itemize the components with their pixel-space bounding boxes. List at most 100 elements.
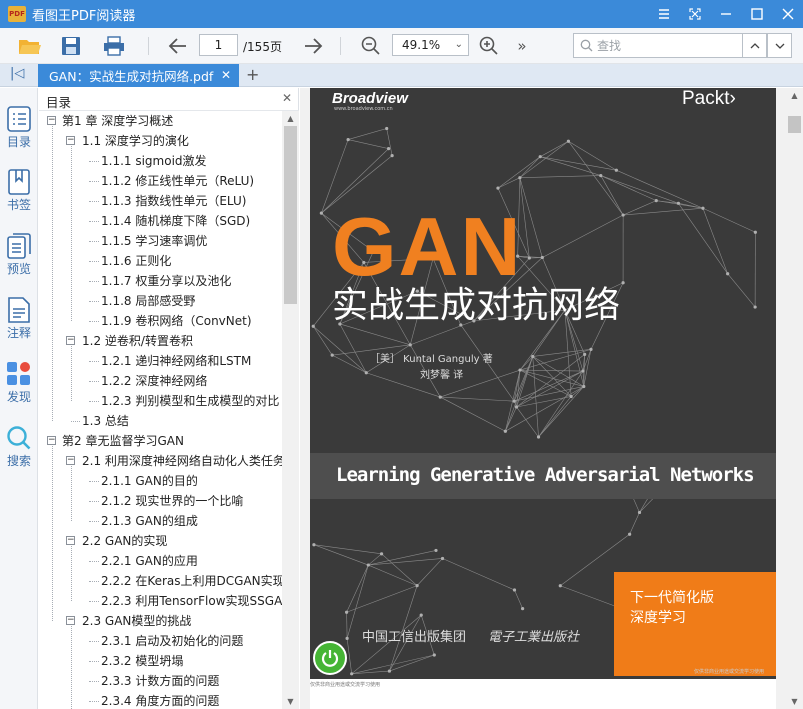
collapse-toggle-icon[interactable]: −: [47, 116, 56, 125]
collapse-toggle-icon[interactable]: −: [66, 136, 75, 145]
print-icon[interactable]: [101, 34, 127, 58]
network-node: [432, 653, 436, 657]
outline-item[interactable]: 2.1.3 GAN的组成: [101, 511, 198, 531]
network-node: [538, 155, 542, 159]
close-icon[interactable]: [772, 0, 803, 28]
rail-item-search[interactable]: 搜索: [0, 425, 38, 469]
collapse-toggle-icon[interactable]: −: [47, 436, 56, 445]
network-edge: [514, 386, 584, 402]
outline-item[interactable]: 2.2.2 在Keras上利用DCGAN实现图像生成: [101, 571, 282, 591]
fullscreen-icon[interactable]: [679, 0, 710, 28]
scrollbar-thumb[interactable]: [788, 116, 801, 133]
rail-item-outline[interactable]: 目录: [0, 106, 38, 150]
maximize-icon[interactable]: [741, 0, 772, 28]
outline-item[interactable]: 1.1.8 局部感受野: [101, 291, 195, 311]
outline-scrollbar[interactable]: ▲ ▼: [282, 111, 299, 709]
outline-item[interactable]: 1.1.9 卷积网络（ConvNet): [101, 311, 252, 331]
scroll-down-icon[interactable]: ▼: [786, 694, 803, 709]
outline-item[interactable]: 1.1.1 sigmoid激发: [101, 151, 207, 171]
outline-item[interactable]: 第1 章 深度学习概述: [62, 111, 173, 131]
outline-item[interactable]: 1.3 总结: [82, 411, 129, 431]
network-node: [379, 552, 384, 556]
search-prev-button[interactable]: [742, 33, 767, 58]
network-node: [385, 126, 389, 131]
translator-line: 刘梦馨 译: [420, 370, 464, 381]
power-icon[interactable]: [313, 641, 347, 675]
outline-header: 目录 ✕: [39, 88, 299, 111]
outline-item[interactable]: 2.3.3 计数方面的问题: [101, 671, 219, 691]
book-cover: Broadview www.broadview.com.cn Packt› GA…: [310, 88, 776, 679]
outline-title: 目录: [46, 95, 72, 110]
collapse-toggle-icon[interactable]: −: [66, 456, 75, 465]
new-tab-icon[interactable]: +: [246, 65, 259, 84]
close-panel-icon[interactable]: ✕: [282, 91, 292, 105]
rail-item-annotation[interactable]: 注释: [0, 297, 38, 341]
collapse-toggle-icon[interactable]: −: [66, 616, 75, 625]
collapse-toggle-icon[interactable]: −: [66, 536, 75, 545]
title-bar: PDF 看图王PDF阅读器: [0, 0, 803, 28]
tree-connector: [52, 126, 53, 421]
search-next-button[interactable]: [767, 33, 792, 58]
network-node: [614, 168, 618, 172]
outline-item[interactable]: 2.3.2 模型坍塌: [101, 651, 183, 671]
search-input[interactable]: 查找: [573, 33, 743, 58]
outline-item[interactable]: 第2 章无监督学习GAN: [62, 431, 184, 451]
save-icon[interactable]: [58, 34, 84, 58]
outline-item[interactable]: 1.1 深度学习的演化: [82, 131, 189, 151]
scroll-down-icon[interactable]: ▼: [282, 694, 299, 709]
previous-page-icon[interactable]: [165, 34, 191, 58]
outline-item[interactable]: 1.1.7 权重分享以及池化: [101, 271, 231, 291]
open-folder-icon[interactable]: [17, 34, 43, 58]
more-tools-icon[interactable]: »: [509, 34, 535, 58]
outline-item[interactable]: 2.3 GAN模型的挑战: [82, 611, 191, 631]
outline-item[interactable]: 2.1 利用深度神经网络自动化人类任务: [82, 451, 282, 471]
outline-item[interactable]: 2.2 GAN的实现: [82, 531, 167, 551]
tab-document[interactable]: GAN：实战生成对抗网络.pdf ✕: [38, 64, 239, 87]
rail-item-bookmark[interactable]: 书签: [0, 169, 38, 213]
tree-connector: [71, 626, 72, 709]
document-viewer[interactable]: Broadview www.broadview.com.cn Packt› GA…: [300, 88, 803, 709]
pdf-page[interactable]: Broadview www.broadview.com.cn Packt› GA…: [310, 88, 776, 709]
viewer-scrollbar[interactable]: ▲ ▼: [786, 88, 803, 709]
outline-item[interactable]: 2.1.2 现实世界的一个比喻: [101, 491, 243, 511]
outline-item[interactable]: 1.1.3 指数线性单元（ELU): [101, 191, 246, 211]
cover-title-cn: 实战生成对抗网络: [332, 285, 621, 326]
minimize-icon[interactable]: [710, 0, 741, 28]
outline-item[interactable]: 2.1.1 GAN的目的: [101, 471, 198, 491]
collapse-toggle-icon[interactable]: −: [66, 336, 75, 345]
scrollbar-thumb[interactable]: [284, 126, 297, 304]
scroll-up-icon[interactable]: ▲: [282, 111, 299, 126]
outline-item[interactable]: 1.2.1 递归神经网络和LSTM: [101, 351, 251, 371]
collapse-sidebar-icon[interactable]: |◁: [10, 66, 24, 81]
outline-item[interactable]: 1.1.2 修正线性单元（ReLU): [101, 171, 254, 191]
outline-item[interactable]: 1.2.3 判别模型和生成模型的对比: [101, 391, 279, 411]
outline-item[interactable]: 2.2.3 利用TensorFlow实现SSGAN: [101, 591, 282, 611]
outline-item[interactable]: 1.2.2 深度神经网络: [101, 371, 207, 391]
menu-icon[interactable]: [648, 0, 679, 28]
tree-connector: [89, 601, 99, 602]
annotation-icon: [8, 297, 30, 323]
scroll-up-icon[interactable]: ▲: [786, 88, 803, 103]
outline-item[interactable]: 1.1.5 学习速率调优: [101, 231, 207, 251]
chevron-down-icon: ⌄: [454, 39, 463, 50]
rail-item-thumbnails[interactable]: 预览: [0, 233, 38, 277]
zoom-out-icon[interactable]: [358, 34, 384, 58]
outline-item[interactable]: 1.2 逆卷积/转置卷积: [82, 331, 193, 351]
outline-item[interactable]: 1.1.6 正则化: [101, 251, 171, 271]
outline-item[interactable]: 2.3.1 启动及初始化的问题: [101, 631, 243, 651]
network-node: [521, 607, 525, 611]
zoom-in-icon[interactable]: [476, 34, 502, 58]
rail-item-discover[interactable]: 发现: [0, 361, 38, 405]
outline-item[interactable]: 2.2.1 GAN的应用: [101, 551, 198, 571]
network-edge: [497, 156, 541, 189]
side-rail: 目录 书签 预览 注释 发现 搜索: [0, 88, 38, 709]
outline-item[interactable]: 2.3.4 角度方面的问题: [101, 691, 219, 709]
next-page-icon[interactable]: [300, 34, 326, 58]
zoom-select[interactable]: 49.1% ⌄: [392, 34, 469, 56]
network-edge: [568, 141, 624, 216]
series-text: 下一代简化版 深度学习: [630, 588, 714, 628]
close-tab-icon[interactable]: ✕: [221, 68, 231, 82]
page-number-input[interactable]: 1: [199, 34, 238, 56]
network-node: [387, 669, 392, 673]
outline-item[interactable]: 1.1.4 随机梯度下降（SGD): [101, 211, 250, 231]
